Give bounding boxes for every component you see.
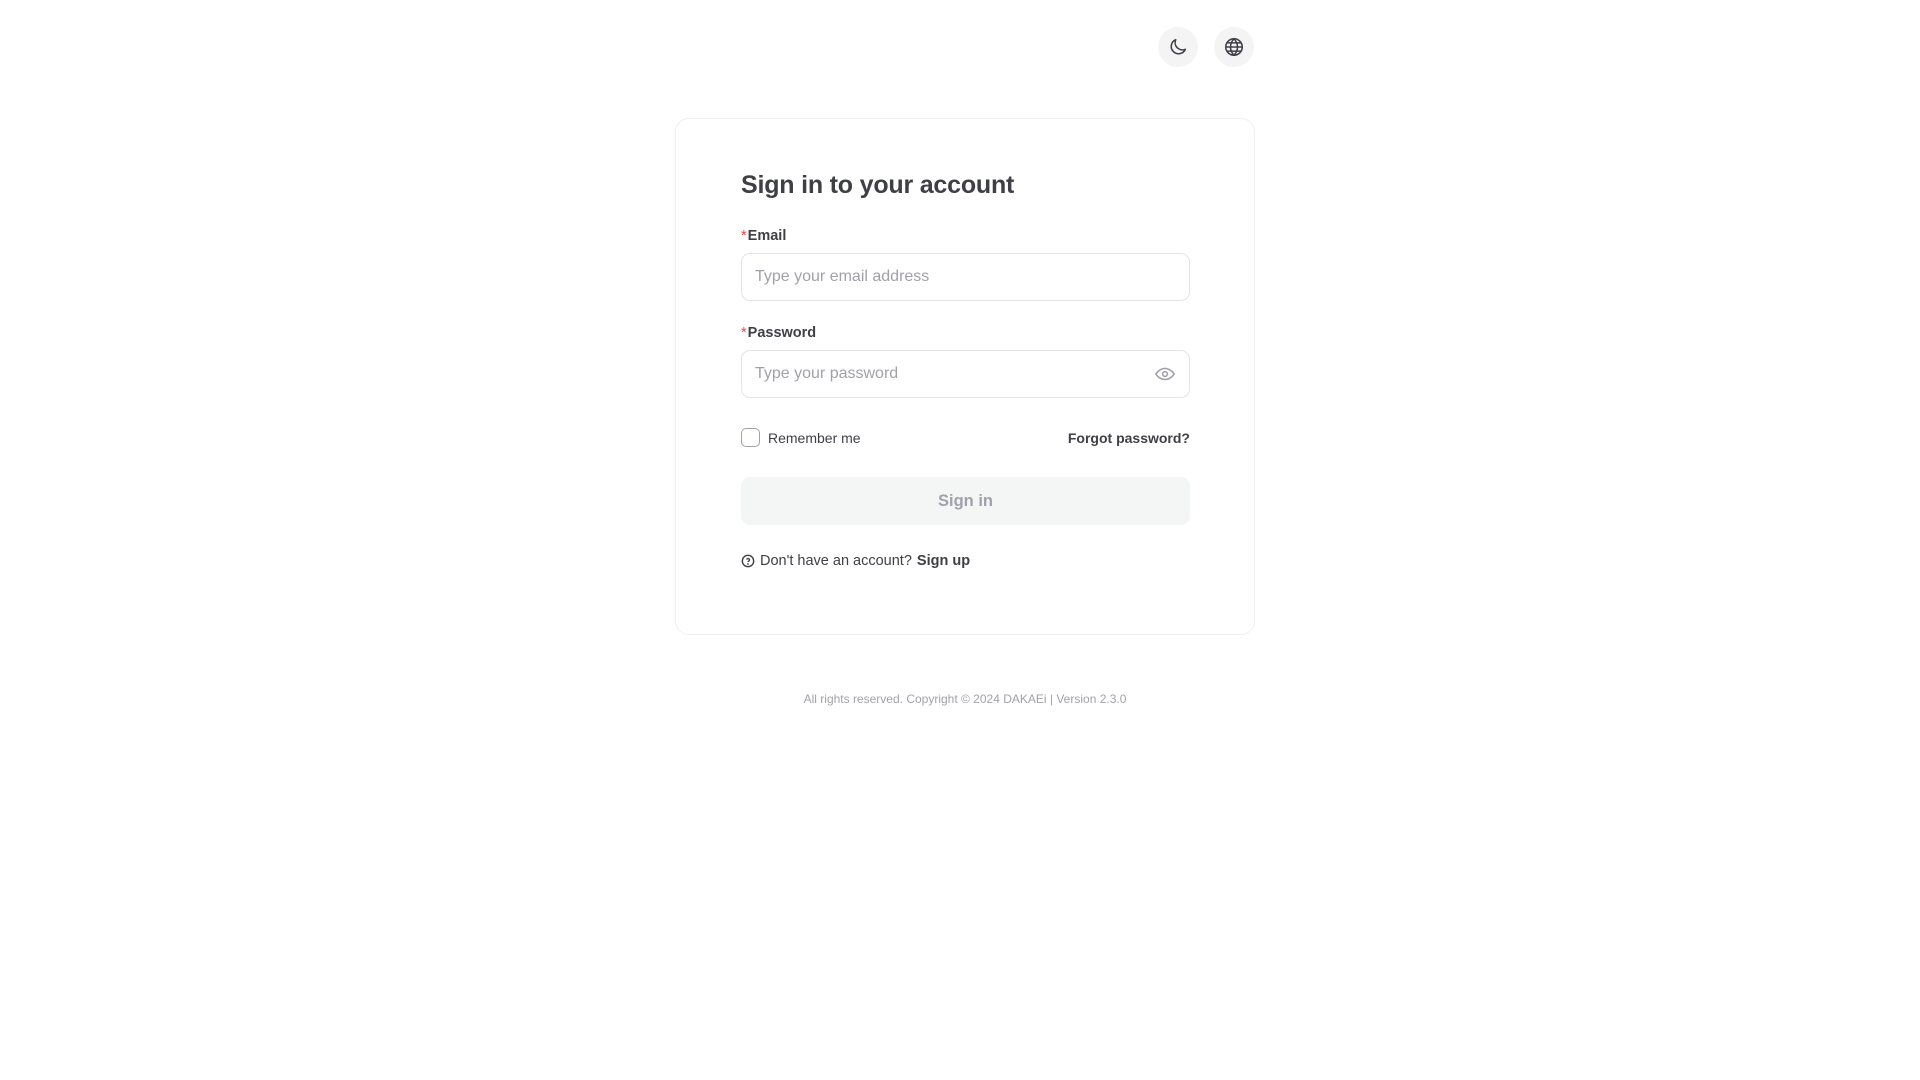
email-label: *Email <box>741 228 1189 244</box>
email-input[interactable] <box>755 268 1176 286</box>
remember-me-label: Remember me <box>768 429 861 446</box>
sign-in-button[interactable]: Sign in <box>741 477 1190 525</box>
top-actions <box>1158 27 1254 67</box>
password-field-wrapper <box>741 350 1190 398</box>
globe-icon <box>1224 37 1244 57</box>
signin-card: Sign in to your account *Email *Password… <box>675 118 1255 635</box>
theme-toggle-button[interactable] <box>1158 27 1198 67</box>
email-field-wrapper <box>741 253 1190 301</box>
remember-me-checkbox[interactable] <box>741 428 760 447</box>
password-input[interactable] <box>755 365 1154 383</box>
password-label-text: Password <box>747 325 817 341</box>
language-button[interactable] <box>1214 27 1254 67</box>
email-label-text: Email <box>747 228 787 244</box>
remember-me[interactable]: Remember me <box>741 428 861 447</box>
password-label: *Password <box>741 325 1189 341</box>
required-marker: * <box>741 325 747 341</box>
page-title: Sign in to your account <box>741 171 1015 199</box>
signup-prompt-text: Don't have an account? <box>760 553 912 569</box>
moon-icon <box>1170 38 1187 55</box>
forgot-password-link[interactable]: Forgot password? <box>1068 430 1190 446</box>
sign-up-link[interactable]: Sign up <box>917 553 970 569</box>
footer-copyright: All rights reserved. Copyright © 2024 DA… <box>803 692 1127 706</box>
help-circle-icon <box>741 554 755 568</box>
options-row: Remember me Forgot password? <box>741 428 1190 447</box>
signup-prompt-row: Don't have an account? Sign up <box>741 553 1189 569</box>
eye-icon <box>1154 367 1176 381</box>
required-marker: * <box>741 228 747 244</box>
show-password-toggle[interactable] <box>1154 363 1176 385</box>
